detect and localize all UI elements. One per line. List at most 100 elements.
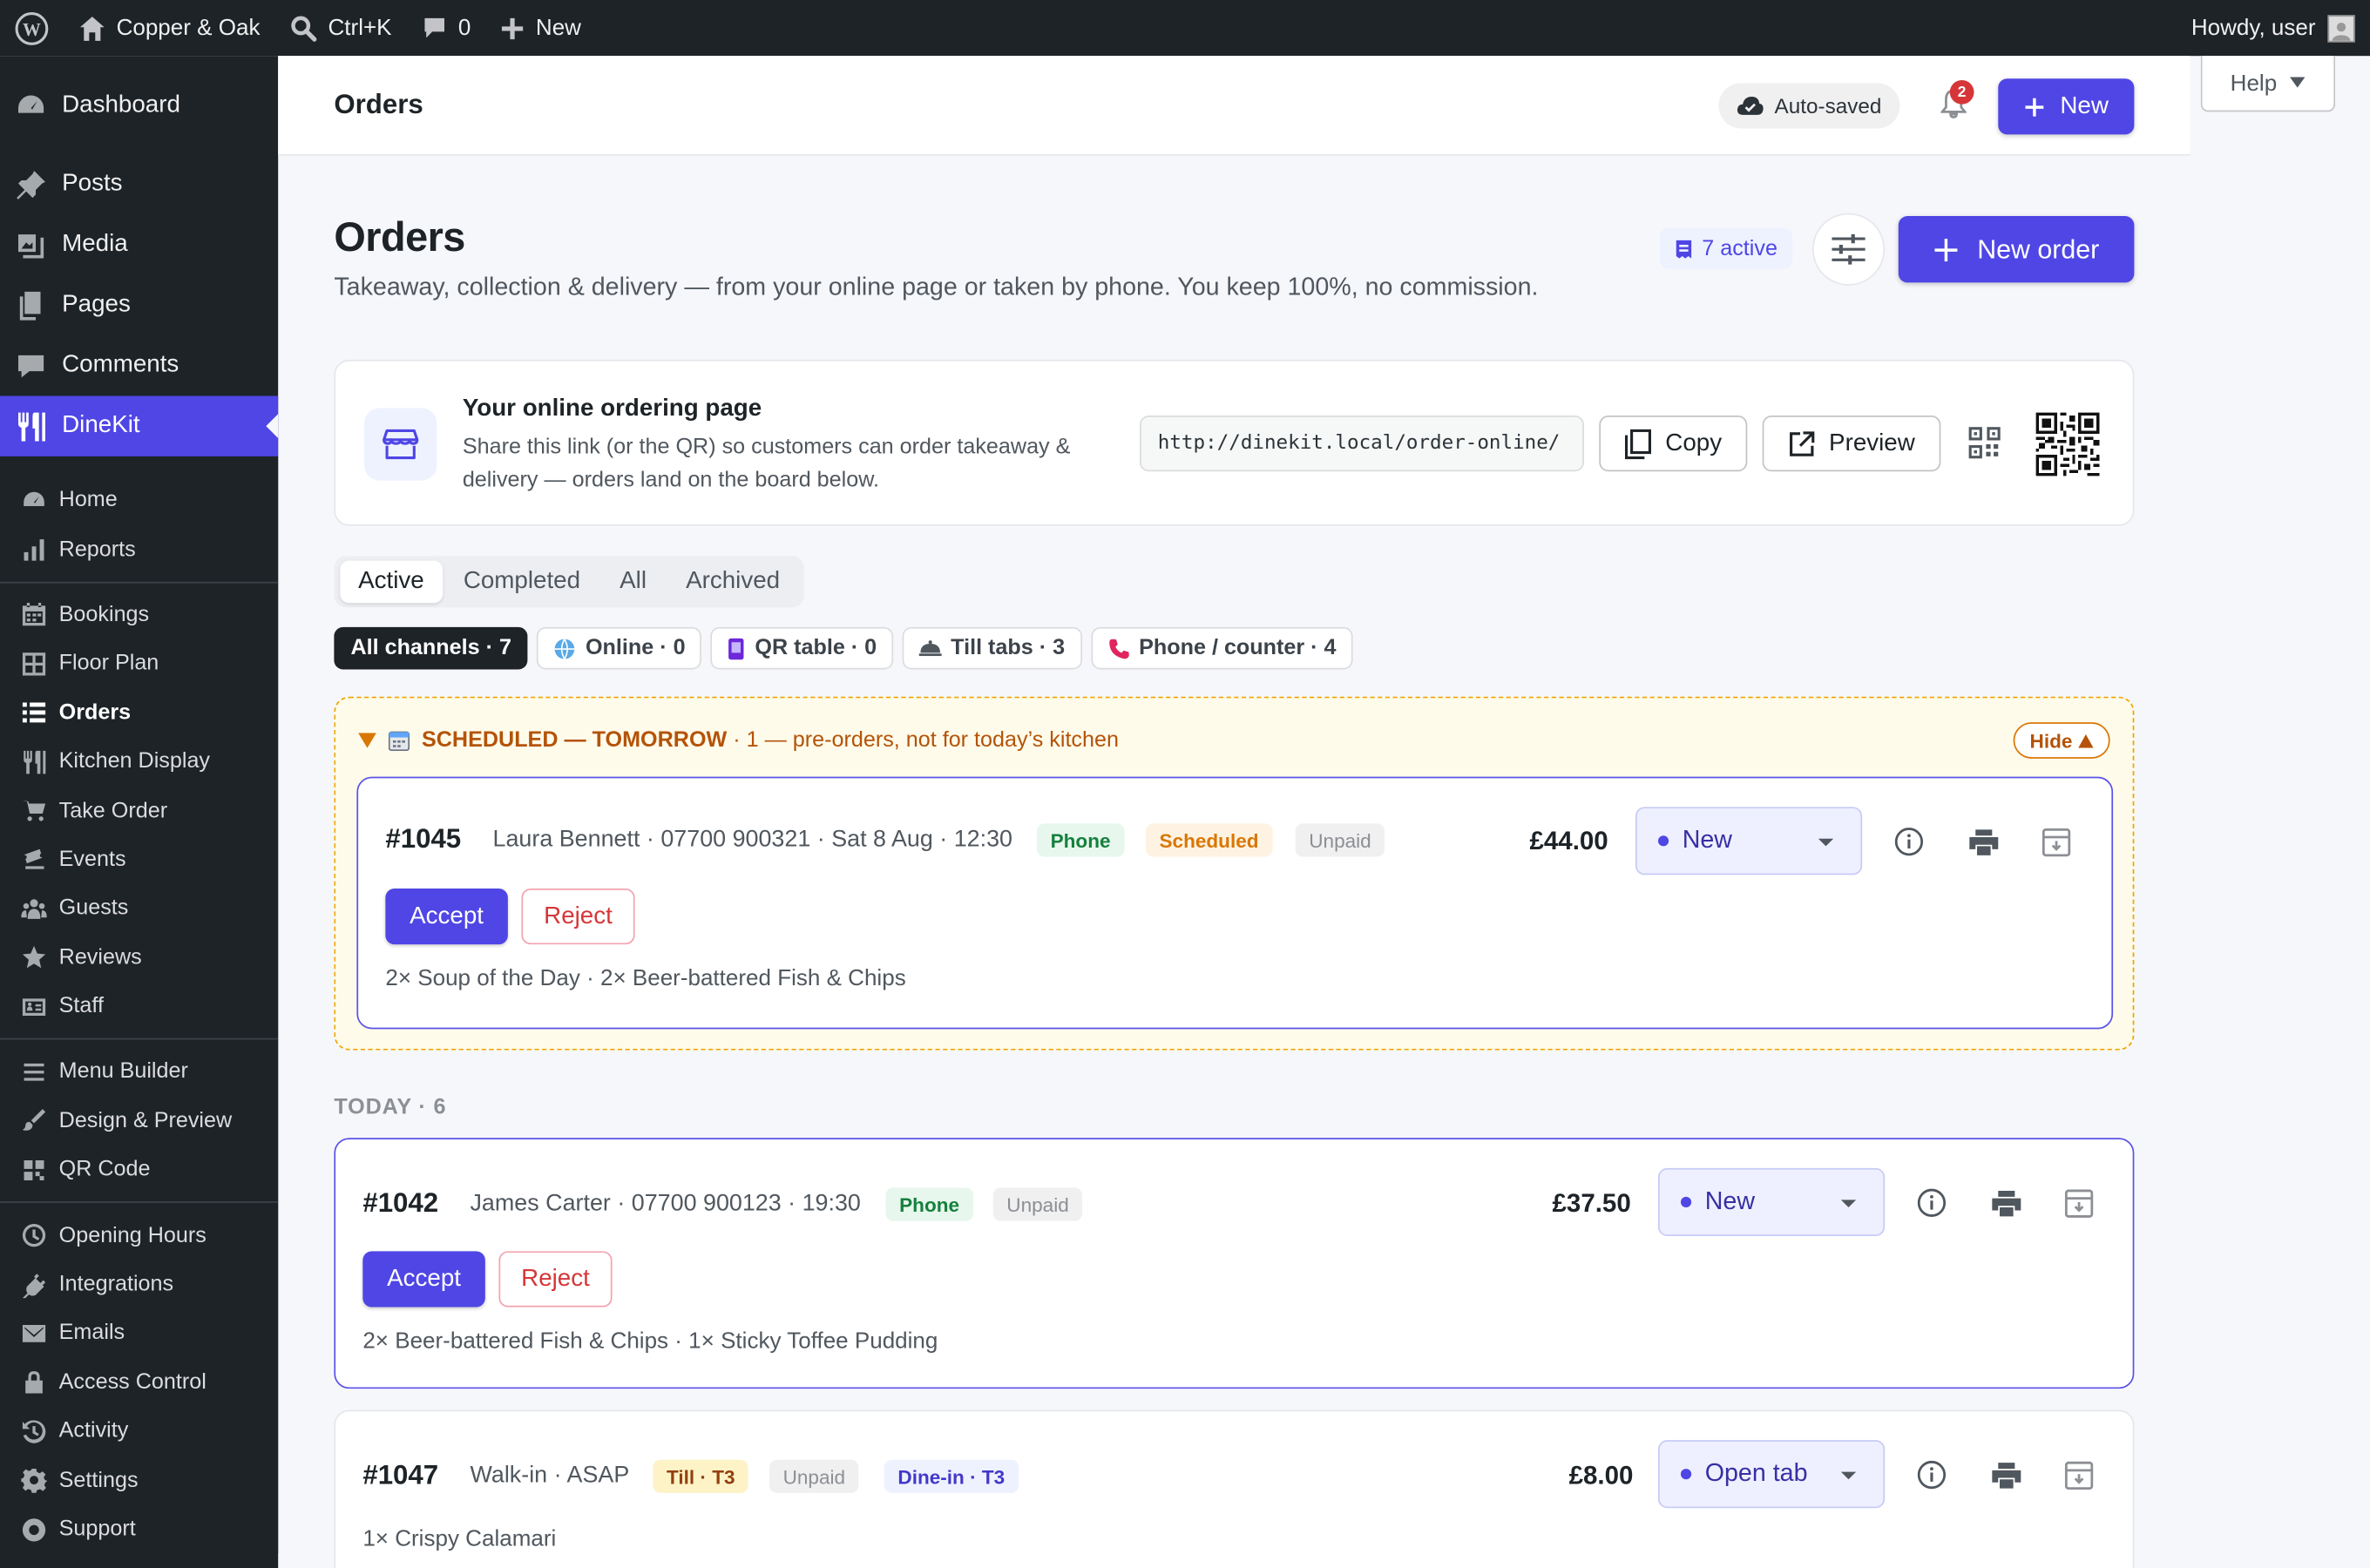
submenu-emails[interactable]: Emails <box>0 1309 278 1358</box>
comments-count: 0 <box>457 15 471 41</box>
order-url-field[interactable]: http://dinekit.local/order-online/ <box>1139 416 1584 472</box>
menu-comments[interactable]: Comments <box>0 335 278 395</box>
scheduled-header[interactable]: SCHEDULED — TOMORROW · 1 — pre-orders, n… <box>358 728 1119 753</box>
menu-media[interactable]: Media <box>0 214 278 274</box>
active-count-badge: 7 active <box>1659 227 1793 269</box>
chip-all-channels[interactable]: All channels · 7 <box>334 626 529 670</box>
submenu-staff[interactable]: Staff <box>0 982 278 1031</box>
calendar-icon <box>22 603 46 627</box>
print-icon[interactable] <box>1989 1458 2022 1491</box>
tab-archived[interactable]: Archived <box>667 561 798 604</box>
info-icon[interactable] <box>1915 1458 1948 1491</box>
order-status-select[interactable]: Open tab <box>1657 1440 1886 1509</box>
header-new-button[interactable]: New <box>1998 78 2135 135</box>
chip-till-tabs[interactable]: Till tabs · 3 <box>902 626 1082 670</box>
submenu-home[interactable]: Home <box>0 476 278 524</box>
submenu-menu-builder[interactable]: Menu Builder <box>0 1048 278 1097</box>
chip-online[interactable]: Online · 0 <box>537 626 702 670</box>
header-title: Orders <box>334 89 423 120</box>
submenu-reports[interactable]: Reports <box>0 525 278 574</box>
caret-down-icon <box>2290 77 2306 88</box>
new-content-link[interactable]: New <box>486 0 597 56</box>
submenu-settings[interactable]: Settings <box>0 1456 278 1504</box>
order-card-1045[interactable]: #1045 Laura Bennett · 07700 900321 · Sat… <box>356 776 2114 1030</box>
tag-unpaid: Unpaid <box>992 1187 1083 1221</box>
pin-icon <box>17 170 45 199</box>
reject-button[interactable]: Reject <box>521 889 635 945</box>
submenu-reviews[interactable]: Reviews <box>0 933 278 982</box>
svg-text:W: W <box>23 18 41 39</box>
brush-icon <box>22 1109 46 1132</box>
menu-posts[interactable]: Posts <box>0 154 278 214</box>
chip-phone-counter[interactable]: Phone / counter · 4 <box>1090 626 1353 670</box>
submenu-events[interactable]: Events <box>0 835 278 884</box>
submenu-qr-code[interactable]: QR Code <box>0 1146 278 1194</box>
archive-icon[interactable] <box>2039 825 2072 858</box>
wordpress-logo-icon[interactable]: W <box>0 0 64 56</box>
menu-dashboard[interactable]: Dashboard <box>0 76 278 136</box>
search-icon <box>291 15 317 41</box>
order-card-1047[interactable]: #1047 Walk-in · ASAP Till · T3 Unpaid Di… <box>334 1409 2135 1568</box>
tab-active[interactable]: Active <box>340 560 443 604</box>
chip-qr-table[interactable]: QR table · 0 <box>711 626 894 670</box>
accept-button[interactable]: Accept <box>362 1251 485 1308</box>
preview-page-button[interactable]: Preview <box>1762 416 1941 472</box>
comments-link[interactable]: 0 <box>407 0 486 56</box>
print-icon[interactable] <box>1967 825 2000 858</box>
lifebuoy-icon <box>22 1517 46 1541</box>
new-order-button[interactable]: New order <box>1898 216 2135 283</box>
tablet-icon <box>728 638 745 659</box>
order-total: £44.00 <box>1529 826 1608 855</box>
hide-scheduled-button[interactable]: Hide <box>2013 722 2110 759</box>
tab-all[interactable]: All <box>601 561 664 604</box>
print-icon[interactable] <box>1989 1186 2022 1220</box>
help-tab[interactable]: Help <box>2200 56 2336 112</box>
list-icon <box>22 702 46 723</box>
site-name: Copper & Oak <box>116 15 261 41</box>
tab-completed[interactable]: Completed <box>445 561 599 604</box>
scheduled-title: SCHEDULED — TOMORROW <box>421 728 728 753</box>
order-card-1042[interactable]: #1042 James Carter · 07700 900123 · 19:3… <box>334 1138 2135 1389</box>
submenu-access-control[interactable]: Access Control <box>0 1358 278 1407</box>
submenu-bookings[interactable]: Bookings <box>0 591 278 639</box>
site-name-link[interactable]: Copper & Oak <box>64 0 275 56</box>
submenu-orders[interactable]: Orders <box>0 688 278 737</box>
search-shortcut[interactable]: Ctrl+K <box>275 0 407 56</box>
submenu-design-preview[interactable]: Design & Preview <box>0 1097 278 1146</box>
submenu-integrations[interactable]: Integrations <box>0 1260 278 1308</box>
menu-pages[interactable]: Pages <box>0 275 278 335</box>
copy-icon <box>1624 428 1651 459</box>
menu-dinekit[interactable]: DineKit <box>0 395 279 456</box>
order-status-select[interactable]: New <box>1657 1167 1886 1236</box>
clock-icon <box>22 1224 46 1247</box>
submenu-support[interactable]: Support <box>0 1504 278 1553</box>
submenu-kitchen-display[interactable]: Kitchen Display <box>0 737 278 786</box>
submenu-guests[interactable]: Guests <box>0 884 278 933</box>
copy-url-button[interactable]: Copy <box>1599 416 1748 472</box>
collapse-triangle-icon <box>358 733 376 748</box>
reject-button[interactable]: Reject <box>498 1251 613 1308</box>
order-status-select[interactable]: New <box>1635 807 1863 875</box>
main-content: Orders Takeaway, collection & delivery —… <box>278 157 2190 1568</box>
status-dot <box>1680 1196 1692 1208</box>
calendar-icon <box>388 731 410 752</box>
chevron-down-icon <box>1840 1200 1857 1214</box>
submenu-activity[interactable]: Activity <box>0 1407 278 1456</box>
account-menu[interactable]: Howdy, user <box>2191 14 2370 42</box>
notifications-button[interactable]: 2 <box>1940 79 1974 126</box>
tickets-icon <box>24 849 44 870</box>
chevron-down-icon <box>1840 1471 1857 1487</box>
phone-icon <box>1108 638 1128 659</box>
submenu-floor-plan[interactable]: Floor Plan <box>0 639 278 688</box>
archive-icon[interactable] <box>2062 1458 2095 1491</box>
filter-settings-button[interactable] <box>1811 213 1886 286</box>
online-ordering-card: Your online ordering page Share this lin… <box>334 359 2135 526</box>
archive-icon[interactable] <box>2062 1186 2095 1220</box>
info-icon[interactable] <box>1893 825 1926 858</box>
submenu-opening-hours[interactable]: Opening Hours <box>0 1211 278 1260</box>
tag-unpaid: Unpaid <box>769 1459 859 1493</box>
submenu-take-order[interactable]: Take Order <box>0 787 278 835</box>
info-icon[interactable] <box>1915 1186 1948 1220</box>
accept-button[interactable]: Accept <box>385 889 508 945</box>
qr-code-icon[interactable] <box>1968 426 2001 459</box>
